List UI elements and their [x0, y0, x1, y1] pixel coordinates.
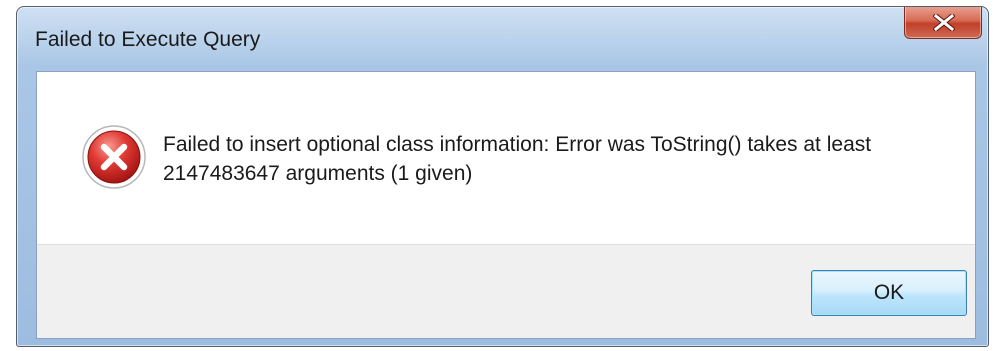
error-message: Failed to insert optional class informat…	[163, 133, 872, 185]
message-area: Failed to insert optional class informat…	[37, 72, 975, 244]
button-bar: OK	[37, 244, 975, 338]
dialog-body: Failed to insert optional class informat…	[36, 71, 976, 339]
close-button[interactable]	[904, 7, 982, 39]
title-bar[interactable]: Failed to Execute Query	[17, 7, 988, 73]
ok-button[interactable]: OK	[811, 270, 967, 316]
error-icon	[82, 125, 146, 189]
close-icon	[933, 14, 955, 31]
dialog-window: Failed to Execute Query Failed to insert…	[16, 6, 989, 347]
dialog-title: Failed to Execute Query	[35, 28, 261, 51]
